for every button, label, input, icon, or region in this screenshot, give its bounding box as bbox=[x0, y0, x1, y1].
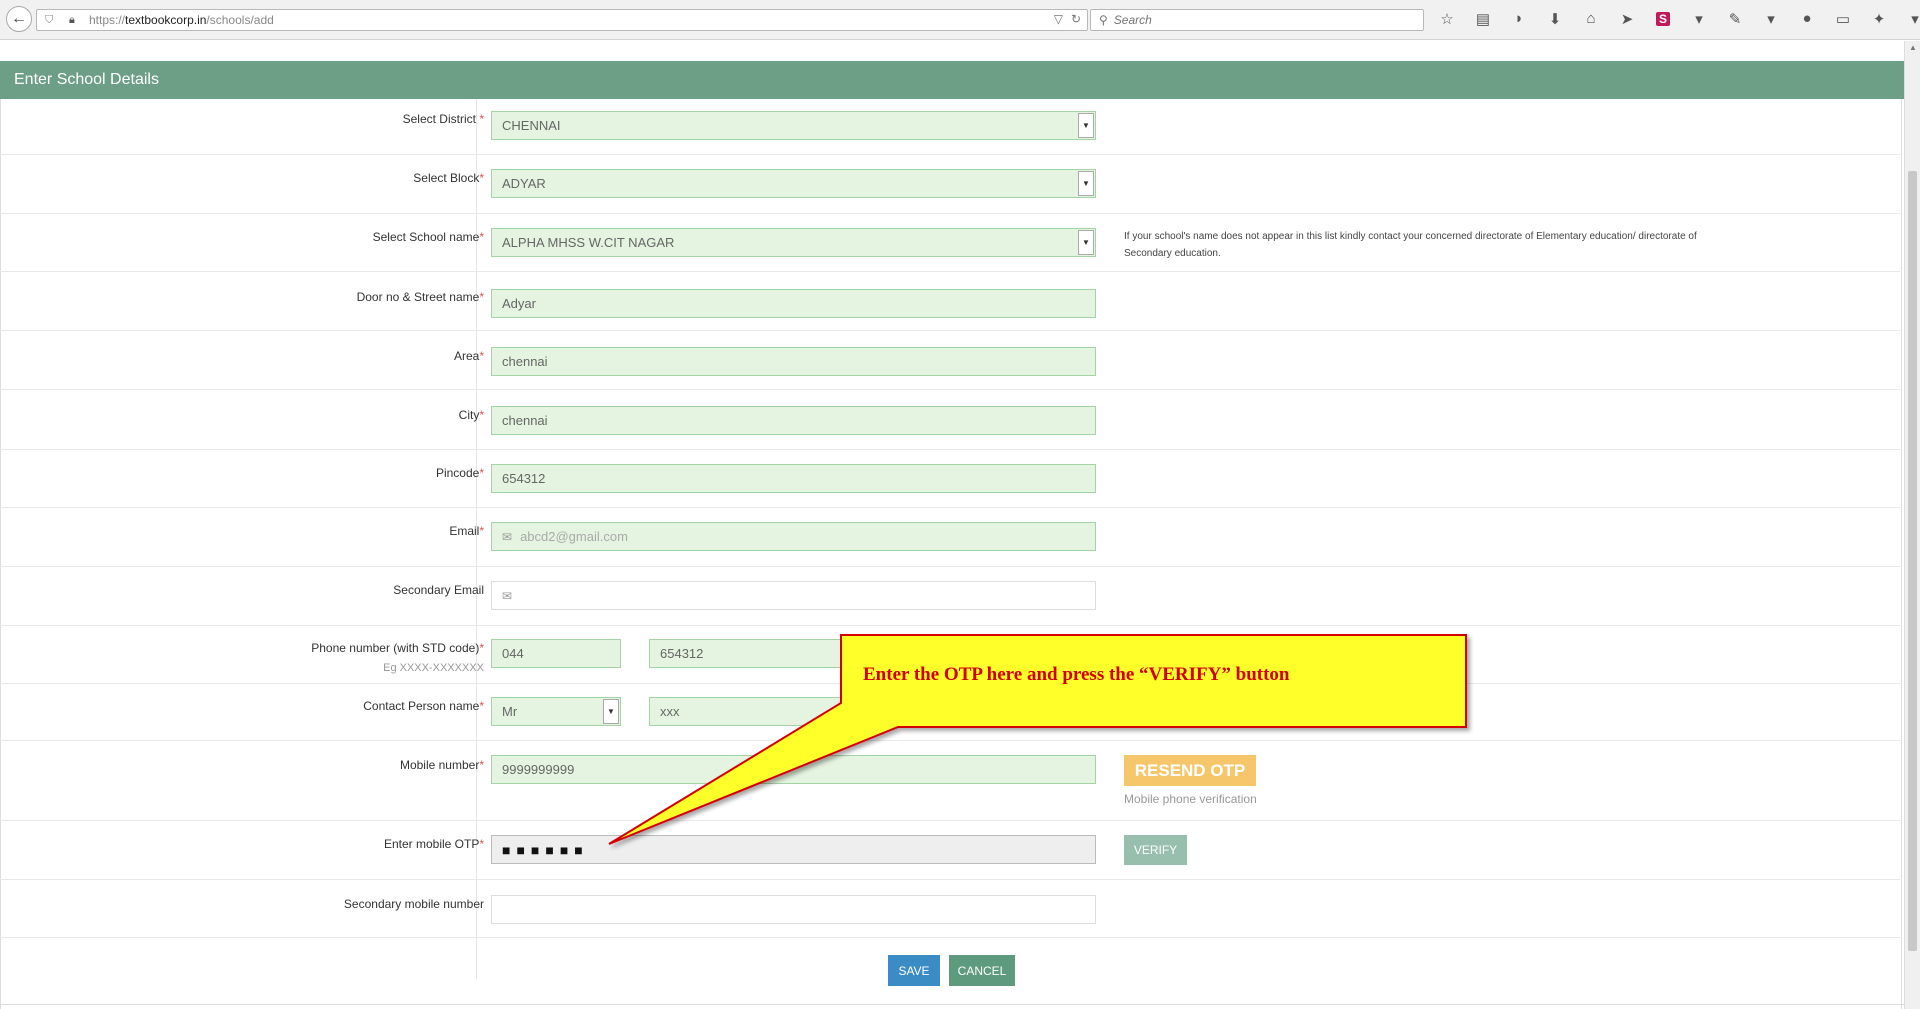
reload-icon[interactable]: ↻ bbox=[1071, 12, 1081, 26]
row-divider bbox=[0, 566, 1900, 567]
extension-icon[interactable]: ✦ bbox=[1868, 10, 1890, 28]
envelope-icon: ✉ bbox=[502, 588, 513, 603]
chevron-down-icon[interactable]: ▾ bbox=[1760, 10, 1782, 28]
scrollbar[interactable]: ▲ bbox=[1904, 41, 1920, 1009]
secondary-mobile-input[interactable] bbox=[491, 895, 1096, 924]
dropdown-icon[interactable]: ▽ bbox=[1054, 12, 1063, 26]
chevron-down-icon[interactable]: ▼ bbox=[1078, 230, 1094, 255]
secondary-email-label: Secondary Email bbox=[393, 583, 484, 597]
mobile-input[interactable]: 9999999999 bbox=[491, 755, 1096, 784]
eyedropper-icon[interactable]: ✎ bbox=[1724, 10, 1746, 28]
home-icon[interactable]: ⌂ bbox=[1580, 10, 1602, 28]
row-divider bbox=[0, 330, 1900, 331]
street-label: Door no & Street name* bbox=[356, 290, 484, 304]
contact-title-value: Mr bbox=[502, 704, 518, 719]
phone-hint: Eg XXXX-XXXXXXX bbox=[383, 662, 484, 674]
profile-icon[interactable]: S bbox=[1652, 10, 1674, 28]
scroll-thumb[interactable] bbox=[1908, 171, 1917, 951]
send-icon[interactable]: ➤ bbox=[1616, 10, 1638, 28]
contact-title-select[interactable]: Mr ▼ bbox=[491, 697, 621, 726]
url-text: https://textbookcorp.in/schools/add bbox=[89, 13, 274, 27]
back-arrow-icon[interactable]: ← bbox=[6, 6, 32, 32]
email-placeholder: abcd2@gmail.com bbox=[520, 529, 628, 544]
search-input[interactable] bbox=[1113, 13, 1394, 27]
otp-label: Enter mobile OTP* bbox=[383, 837, 484, 851]
row-divider bbox=[0, 879, 1900, 880]
search-icon: ⚲ bbox=[1099, 13, 1108, 27]
contact-label: Contact Person name* bbox=[363, 699, 484, 713]
pincode-input[interactable]: 654312 bbox=[491, 464, 1096, 493]
mobile-verification-hint: Mobile phone verification bbox=[1124, 792, 1257, 806]
folder-icon[interactable]: ▭ bbox=[1832, 10, 1854, 28]
star-icon[interactable]: ☆ bbox=[1436, 10, 1458, 28]
chevron-down-icon[interactable]: ▾ bbox=[1904, 10, 1920, 28]
scroll-up-icon[interactable]: ▲ bbox=[1909, 43, 1917, 52]
form-bottom-border bbox=[0, 1004, 1904, 1005]
secondary-mobile-label: Secondary mobile number bbox=[343, 897, 484, 911]
district-select[interactable]: CHENNAI ▼ bbox=[491, 111, 1096, 140]
email-label: Email* bbox=[449, 524, 484, 538]
phone-label: Phone number (with STD code)* bbox=[311, 641, 484, 655]
shield-icon: ⛉ bbox=[45, 13, 54, 26]
otp-input[interactable]: ■■■■■■ bbox=[491, 835, 1096, 864]
school-select[interactable]: ALPHA MHSS W.CIT NAGAR ▼ bbox=[491, 228, 1096, 257]
district-value: CHENNAI bbox=[502, 118, 561, 133]
pocket-icon[interactable]: ◗ bbox=[1508, 10, 1530, 28]
row-divider bbox=[0, 937, 1900, 938]
row-divider bbox=[0, 740, 1900, 741]
row-divider bbox=[0, 389, 1900, 390]
school-note: If your school's name does not appear in… bbox=[1124, 231, 1697, 259]
chevron-down-icon[interactable]: ▼ bbox=[603, 699, 619, 724]
browser-toolbar: ← ⛉ 🔒︎ https://textbookcorp.in/schools/a… bbox=[0, 0, 1920, 40]
cancel-button[interactable]: CANCEL bbox=[949, 955, 1015, 986]
search-bar[interactable]: ⚲ bbox=[1090, 9, 1424, 31]
school-value: ALPHA MHSS W.CIT NAGAR bbox=[502, 235, 675, 250]
chat-icon[interactable]: ● bbox=[1796, 10, 1818, 28]
row-divider bbox=[0, 154, 1900, 155]
resend-otp-button[interactable]: RESEND OTP bbox=[1124, 755, 1256, 786]
row-divider bbox=[0, 820, 1900, 821]
secondary-email-field[interactable]: ✉ bbox=[491, 581, 1096, 610]
contact-name-input[interactable]: xxx bbox=[649, 697, 849, 726]
row-divider bbox=[0, 271, 1900, 272]
clipboard-icon[interactable]: ▤ bbox=[1472, 10, 1494, 28]
row-divider bbox=[0, 449, 1900, 450]
mobile-label: Mobile number* bbox=[399, 758, 484, 772]
lock-icon: 🔒︎ bbox=[69, 13, 75, 26]
row-divider bbox=[0, 625, 1900, 626]
block-label: Select Block* bbox=[413, 171, 484, 185]
area-input[interactable]: chennai bbox=[491, 347, 1096, 376]
row-divider bbox=[0, 507, 1900, 508]
panel-title: Enter School Details bbox=[0, 61, 1904, 99]
address-bar[interactable]: ⛉ 🔒︎ https://textbookcorp.in/schools/add… bbox=[36, 9, 1088, 31]
phone-number-input[interactable]: 654312 bbox=[649, 639, 849, 668]
block-value: ADYAR bbox=[502, 176, 546, 191]
chevron-down-icon[interactable]: ▼ bbox=[1078, 171, 1094, 196]
school-label: Select School name* bbox=[372, 230, 484, 244]
chevron-down-icon[interactable]: ▼ bbox=[1078, 113, 1094, 138]
email-field[interactable]: ✉ abcd2@gmail.com bbox=[491, 522, 1096, 551]
area-label: Area* bbox=[453, 349, 484, 363]
city-input[interactable]: chennai bbox=[491, 406, 1096, 435]
block-select[interactable]: ADYAR ▼ bbox=[491, 169, 1096, 198]
save-button[interactable]: SAVE bbox=[888, 955, 940, 986]
district-label: Select District * bbox=[402, 112, 484, 126]
row-divider bbox=[0, 213, 1900, 214]
pincode-label: Pincode* bbox=[435, 466, 484, 480]
download-icon[interactable]: ⬇ bbox=[1544, 10, 1566, 28]
street-input[interactable]: Adyar bbox=[491, 289, 1096, 318]
city-label: City* bbox=[458, 408, 484, 422]
std-code-input[interactable]: 044 bbox=[491, 639, 621, 668]
callout-text: Enter the OTP here and press the “VERIFY… bbox=[863, 664, 1290, 685]
envelope-icon: ✉ bbox=[502, 529, 513, 544]
verify-button[interactable]: VERIFY bbox=[1124, 835, 1187, 865]
chevron-down-icon[interactable]: ▾ bbox=[1688, 10, 1710, 28]
